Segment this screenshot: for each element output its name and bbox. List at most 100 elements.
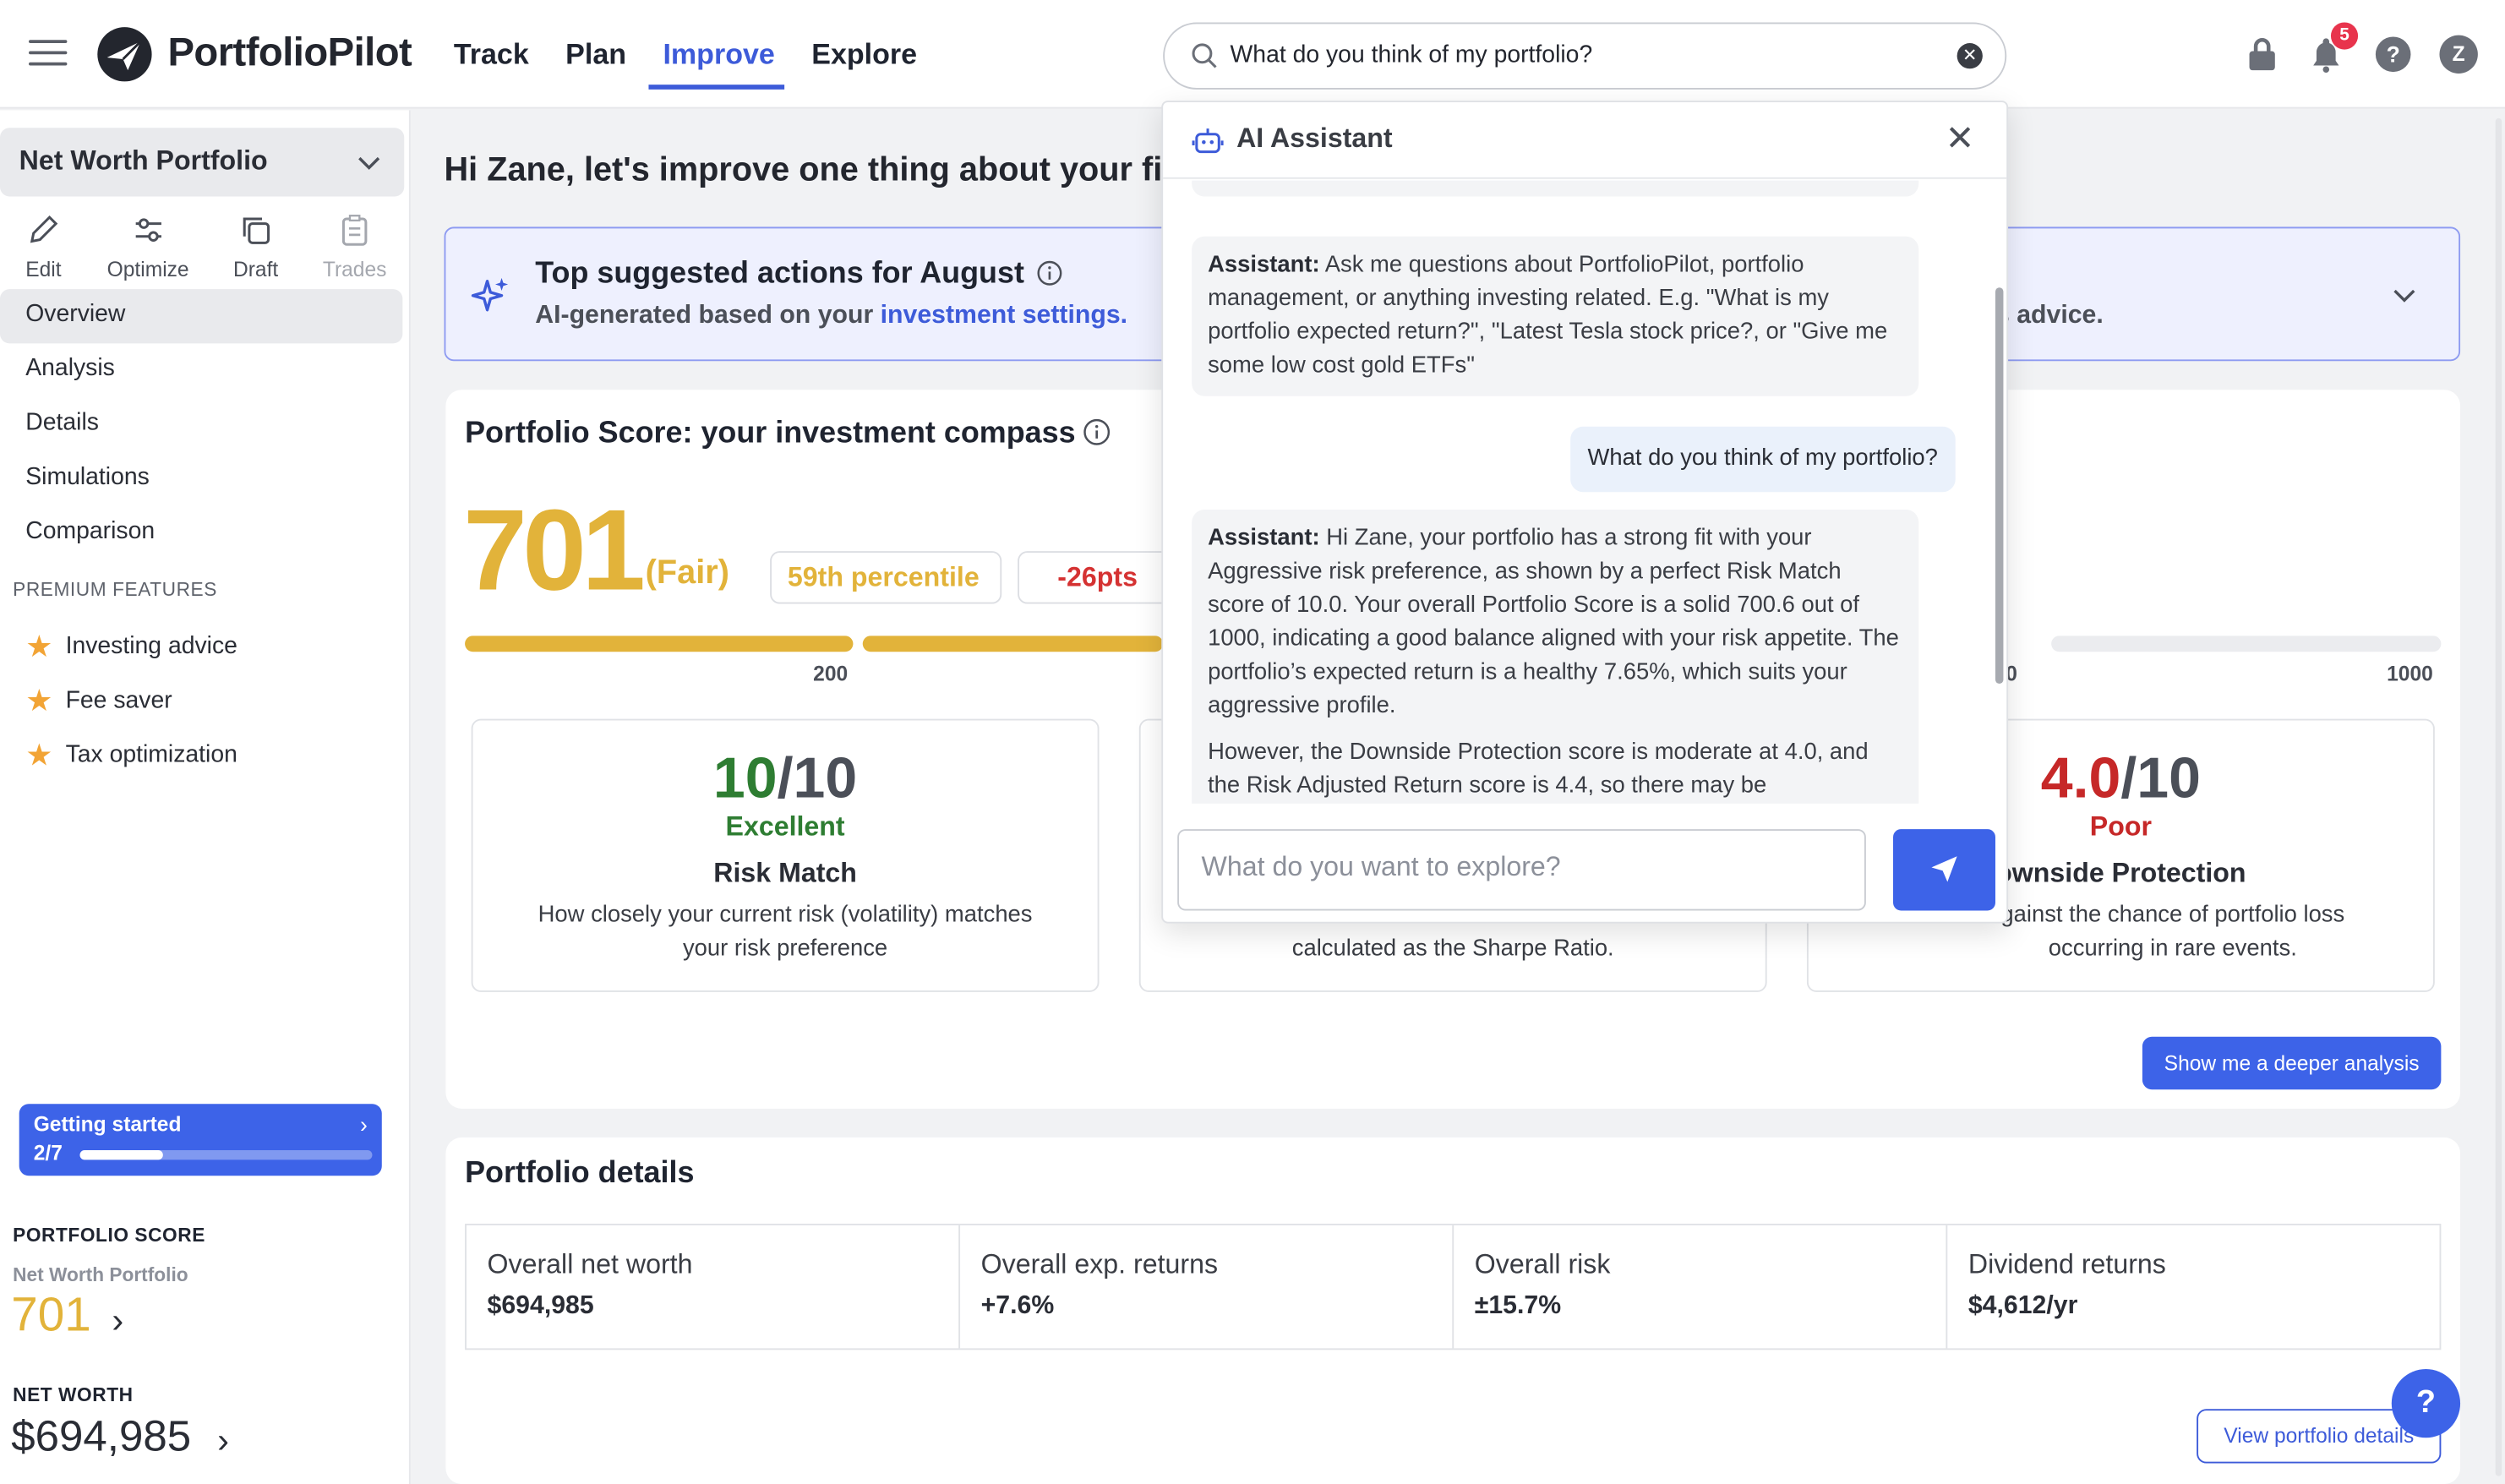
draft-tool[interactable]: Draft — [233, 212, 278, 281]
edit-label: Edit — [25, 257, 62, 281]
chat-message-assistant: Assistant: Ask me questions about Portfo… — [1192, 236, 1919, 396]
premium-item-fee-saver[interactable]: ★ Fee saver — [25, 684, 172, 720]
chevron-right-icon[interactable]: › — [112, 1301, 123, 1342]
getting-started-card[interactable]: Getting started 2/7 › — [19, 1104, 382, 1176]
chevron-right-icon: › — [359, 1111, 368, 1138]
sidebar-item-overview[interactable]: Overview — [0, 289, 403, 344]
star-icon: ★ — [25, 685, 53, 719]
page-scrollbar[interactable] — [2495, 117, 2502, 1476]
clipboard-icon — [341, 215, 368, 246]
send-icon — [1931, 856, 1957, 882]
logo-icon[interactable] — [96, 25, 153, 83]
chevron-down-icon — [358, 156, 380, 170]
search-input[interactable]: What do you think of my portfolio? — [1231, 41, 1593, 68]
metric-title: Risk Match — [713, 858, 857, 889]
details-title: Portfolio details — [465, 1156, 695, 1191]
info-icon[interactable] — [1083, 418, 1111, 445]
svg-text:?: ? — [2387, 42, 2400, 68]
tab-plan[interactable]: Plan — [565, 38, 626, 72]
metric-description: How closely your current risk (volatilit… — [538, 903, 1033, 962]
metric-denominator: /10 — [2120, 744, 2201, 810]
suggested-subtitle-text: AI-generated based on your — [535, 302, 881, 330]
star-icon: ★ — [25, 630, 53, 665]
sidebar-item-comparison[interactable]: Comparison — [0, 506, 402, 560]
trades-label: Trades — [322, 257, 387, 281]
send-button[interactable] — [1893, 829, 1995, 911]
brand-name[interactable]: PortfolioPilot — [167, 30, 412, 77]
help-button[interactable]: ? — [2391, 1368, 2461, 1438]
detail-risk: Overall risk ±15.7% — [1454, 1225, 1948, 1349]
chat-scrollbar[interactable] — [1995, 188, 2004, 820]
info-icon[interactable] — [1037, 260, 1062, 286]
search-box[interactable]: What do you think of my portfolio? ✕ — [1163, 22, 2007, 90]
detail-dividends: Dividend returns $4,612/yr — [1947, 1225, 2441, 1349]
percentile-pill: 59th percentile — [770, 551, 1002, 604]
risk-match-card[interactable]: 10/10 Excellent Risk Match How closely y… — [471, 718, 1100, 992]
net-worth-value: $694,985 — [11, 1412, 192, 1460]
close-icon[interactable]: ✕ — [1946, 121, 1975, 157]
score-bar-segment — [465, 636, 854, 652]
pencil-icon — [30, 215, 58, 243]
score-bar-segment — [2051, 636, 2442, 652]
chat-scrollbar-thumb[interactable] — [1995, 287, 2004, 685]
chat-input[interactable]: What do you want to explore? — [1177, 829, 1866, 911]
optimize-tool[interactable]: Optimize — [107, 212, 189, 281]
clear-search-icon[interactable]: ✕ — [1957, 43, 1983, 69]
tab-track[interactable]: Track — [454, 38, 529, 72]
help-icon[interactable]: ? — [2374, 35, 2412, 74]
portfolio-selector[interactable]: Net Worth Portfolio — [0, 128, 405, 197]
metric-description: gainst the chance of portfolio loss occu… — [2000, 903, 2345, 962]
getting-started-count: 2/7 — [33, 1140, 63, 1165]
chevron-down-icon[interactable] — [2392, 283, 2417, 308]
getting-started-title: Getting started — [33, 1111, 182, 1137]
chat-message-assistant: Assistant: Hi Zane, your portfolio has a… — [1192, 510, 1919, 804]
premium-item-tax-optimization[interactable]: ★ Tax optimization — [25, 738, 237, 774]
notification-badge: 5 — [2330, 22, 2359, 50]
metric-score: 4.0 — [2040, 744, 2121, 810]
avatar[interactable]: Z — [2439, 35, 2478, 74]
metric-denominator: /10 — [777, 744, 858, 810]
ai-assistant-title: AI Assistant — [1236, 123, 1393, 154]
tab-explore[interactable]: Explore — [811, 38, 917, 72]
premium-label: Investing advice — [65, 632, 237, 660]
copy-icon — [243, 217, 270, 244]
metric-description: calculated as the Sharpe Ratio. — [1291, 936, 1614, 962]
menu-icon[interactable] — [29, 40, 68, 68]
sidebar-item-analysis[interactable]: Analysis — [0, 343, 402, 397]
investment-settings-link[interactable]: investment settings. — [881, 302, 1127, 329]
trades-tool[interactable]: Trades — [322, 212, 387, 281]
score-bar-segment — [862, 636, 1164, 652]
edit-tool[interactable]: Edit — [25, 212, 62, 281]
page-title: Hi Zane, let's improve one thing about y… — [444, 151, 1163, 189]
ai-assistant-header: AI Assistant ✕ — [1163, 102, 2007, 179]
detail-value: ±15.7% — [1474, 1292, 1562, 1320]
sidebar-score-value: 701 — [11, 1289, 91, 1342]
sidebar-item-details[interactable]: Details — [0, 398, 402, 452]
chat-message-user: What do you think of my portfolio? — [1569, 426, 1956, 493]
chevron-right-icon[interactable]: › — [217, 1420, 229, 1461]
detail-value: $694,985 — [487, 1292, 594, 1320]
tab-improve[interactable]: Improve — [663, 38, 774, 72]
message-text: However, the Downside Protection score i… — [1208, 739, 1869, 799]
detail-label: Overall exp. returns — [980, 1249, 1219, 1280]
suggested-subtitle: AI-generated based on your investment se… — [535, 302, 1127, 330]
detail-value: $4,612/yr — [1967, 1292, 2078, 1320]
sidebar-item-simulations[interactable]: Simulations — [0, 452, 402, 506]
premium-label: Tax optimization — [65, 741, 237, 769]
detail-exp-returns: Overall exp. returns +7.6% — [960, 1225, 1454, 1349]
sliders-icon — [134, 218, 161, 243]
chat-message-partial — [1192, 180, 1919, 197]
chat-history[interactable]: Assistant: Ask me questions about Portfo… — [1163, 180, 2006, 804]
deeper-analysis-button[interactable]: Show me a deeper analysis — [2142, 1036, 2442, 1090]
scale-tick: 200 — [813, 661, 849, 685]
draft-label: Draft — [232, 257, 279, 281]
premium-item-investing-advice[interactable]: ★ Investing advice — [25, 630, 237, 666]
lock-icon[interactable] — [2243, 35, 2281, 74]
star-icon: ★ — [25, 739, 53, 773]
metric-score: 10 — [712, 744, 778, 810]
metric-grade: Excellent — [725, 811, 845, 843]
detail-label: Overall risk — [1474, 1249, 1611, 1280]
detail-net-worth: Overall net worth $694,985 — [467, 1225, 961, 1349]
suggested-title: Top suggested actions for August — [535, 257, 1024, 292]
scale-tick: 1000 — [2387, 661, 2433, 685]
